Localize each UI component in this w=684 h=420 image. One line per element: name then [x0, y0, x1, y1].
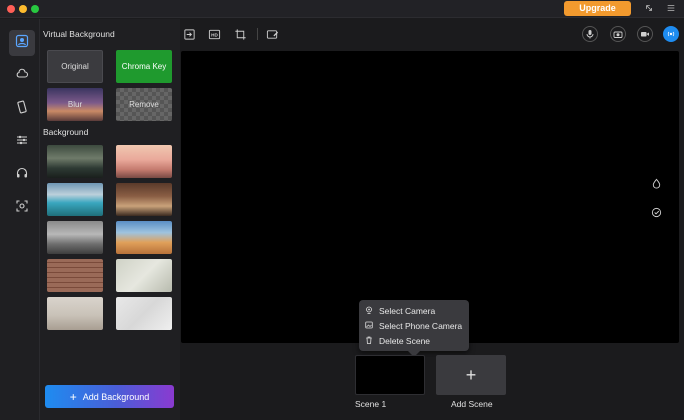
live-icon[interactable] [663, 26, 679, 42]
background-thumb-office[interactable] [47, 145, 103, 178]
minimize-window-button[interactable] [19, 5, 27, 13]
scene-context-menu: Select Camera Select Phone Camera Delete… [359, 300, 469, 351]
scene-1-label: Scene 1 [355, 399, 387, 409]
sliders-icon [15, 133, 29, 152]
share-icon[interactable] [643, 3, 655, 15]
blur-label: Blur [67, 100, 83, 109]
add-background-button[interactable]: + Add Background [45, 385, 174, 408]
add-background-label: Add Background [82, 391, 150, 402]
menu-item-select-phone-camera[interactable]: Select Phone Camera [365, 318, 462, 333]
plus-icon: + [69, 389, 77, 404]
hd-icon[interactable]: HD [207, 27, 221, 41]
background-thumb-plant-wall[interactable] [116, 259, 172, 292]
title-bar: Upgrade [0, 0, 684, 18]
close-window-button[interactable] [7, 5, 15, 13]
background-thumb-brick[interactable] [47, 259, 103, 292]
background-panel: Virtual Background Original Chroma Key B… [40, 19, 180, 420]
remove-tile[interactable]: Remove [116, 88, 172, 121]
background-thumb-white-wall[interactable] [116, 297, 172, 330]
microphone-icon[interactable] [582, 26, 598, 42]
background-thumb-library[interactable] [116, 183, 172, 216]
original-label: Original [61, 62, 89, 71]
app-window: Upgrade Virtual Background Original Chro… [0, 0, 684, 420]
menu-item-label: Select Phone Camera [379, 320, 463, 331]
background-thumb-pool[interactable] [47, 183, 103, 216]
zoom-window-button[interactable] [31, 5, 39, 13]
camera-icon[interactable] [610, 26, 626, 42]
toolbar-separator [257, 28, 258, 40]
edit-screen-icon[interactable] [265, 27, 279, 41]
add-scene-label: Add Scene [451, 399, 493, 409]
menu-icon[interactable] [665, 3, 677, 15]
import-icon[interactable] [182, 27, 196, 41]
upgrade-button[interactable]: Upgrade [564, 1, 631, 16]
menu-item-label: Select Camera [379, 305, 436, 316]
original-tile[interactable]: Original [47, 50, 103, 83]
focus-icon [15, 199, 29, 218]
chroma-key-label: Chroma Key [121, 62, 167, 71]
rail-phone[interactable] [9, 96, 35, 122]
left-rail [0, 19, 40, 420]
image-icon [365, 321, 373, 331]
menu-item-select-camera[interactable]: Select Camera [365, 303, 435, 318]
background-thumb-paris[interactable] [116, 145, 172, 178]
crop-icon[interactable] [233, 27, 247, 41]
rail-capture[interactable] [9, 195, 35, 221]
background-thumb-loft[interactable] [47, 221, 103, 254]
remove-label: Remove [129, 100, 159, 109]
plus-icon: + [465, 364, 477, 385]
trash-icon [365, 336, 373, 346]
rail-effects[interactable] [9, 63, 35, 89]
check-icon[interactable] [648, 204, 664, 220]
background-title: Background [43, 127, 89, 137]
add-scene-button[interactable]: + [436, 355, 506, 395]
rail-virtual-background[interactable] [9, 30, 35, 56]
rail-adjust[interactable] [9, 129, 35, 155]
menu-item-delete-scene[interactable]: Delete Scene [365, 333, 430, 348]
scene-1-thumbnail[interactable] [355, 355, 425, 395]
background-thumb-desert[interactable] [116, 221, 172, 254]
svg-text:HD: HD [211, 32, 218, 37]
phone-icon [15, 100, 29, 119]
menu-item-label: Delete Scene [379, 335, 431, 346]
beauty-icon[interactable] [648, 175, 664, 191]
virtual-background-title: Virtual Background [43, 29, 115, 39]
rail-audio[interactable] [9, 162, 35, 188]
video-icon[interactable] [637, 26, 653, 42]
headset-icon [15, 166, 29, 185]
camera-pin-icon [365, 306, 373, 316]
background-thumb-gallery[interactable] [47, 297, 103, 330]
cloud-icon [15, 67, 29, 86]
chroma-key-tile[interactable]: Chroma Key [116, 50, 172, 83]
blur-tile[interactable]: Blur [47, 88, 103, 121]
portrait-icon [15, 34, 29, 53]
